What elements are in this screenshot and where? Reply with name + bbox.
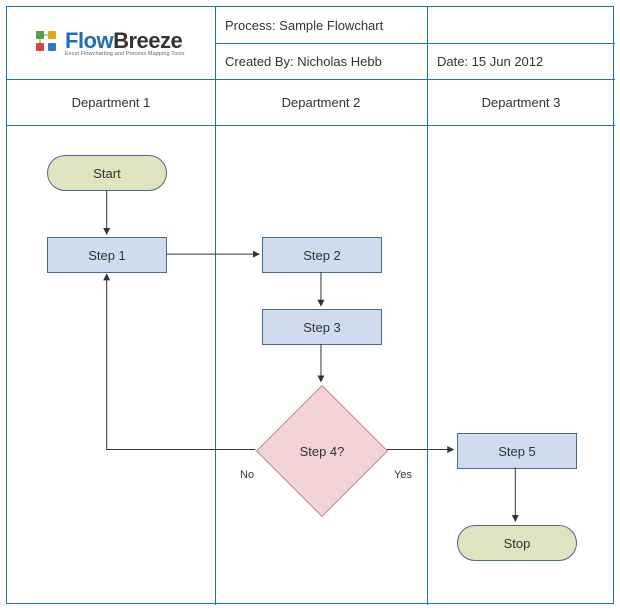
stop-node: Stop <box>457 525 577 561</box>
step3-node: Step 3 <box>262 309 382 345</box>
start-label: Start <box>93 166 120 181</box>
stop-label: Stop <box>504 536 531 551</box>
step5-node: Step 5 <box>457 433 577 469</box>
step3-label: Step 3 <box>303 320 341 335</box>
lane-header-2: Department 2 <box>282 95 361 110</box>
lane-header-3: Department 3 <box>482 95 561 110</box>
logo: FlowBreeze Excel Flowcharting and Proces… <box>31 29 185 59</box>
divider <box>215 43 615 44</box>
step2-label: Step 2 <box>303 248 341 263</box>
lane-header-1: Department 1 <box>72 95 151 110</box>
branch-yes-label: Yes <box>394 469 412 481</box>
step2-node: Step 2 <box>262 237 382 273</box>
date: Date: 15 Jun 2012 <box>437 54 543 69</box>
logo-text-flow: Flow <box>65 28 113 53</box>
step4-label: Step 4? <box>300 444 345 459</box>
swimlane-frame: FlowBreeze Excel Flowcharting and Proces… <box>6 6 614 604</box>
logo-text-breeze: Breeze <box>113 28 182 53</box>
flowbreeze-icon <box>31 29 61 59</box>
start-node: Start <box>47 155 167 191</box>
logo-tagline: Excel Flowcharting and Process Mapping T… <box>65 52 185 58</box>
step1-node: Step 1 <box>47 237 167 273</box>
branch-no-label: No <box>240 469 254 481</box>
step1-label: Step 1 <box>88 248 126 263</box>
step4-decision: Step 4? <box>256 385 388 517</box>
process-title: Process: Sample Flowchart <box>225 18 383 33</box>
divider <box>7 125 615 126</box>
step5-label: Step 5 <box>498 444 536 459</box>
created-by: Created By: Nicholas Hebb <box>225 54 382 69</box>
